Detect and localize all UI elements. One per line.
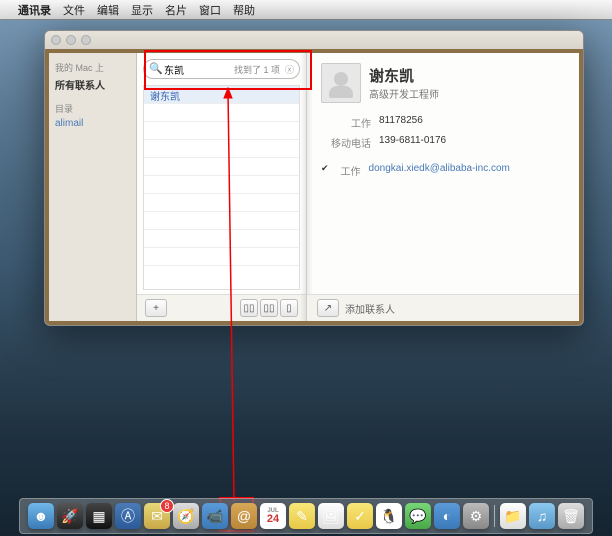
- dock-itunes[interactable]: ♫: [529, 503, 555, 529]
- dock-messages[interactable]: 💬: [405, 503, 431, 529]
- dock-notes[interactable]: ✎: [289, 503, 315, 529]
- dock-reminders[interactable]: ✓: [347, 503, 373, 529]
- dock-finder[interactable]: ☻: [28, 503, 54, 529]
- dock-facetime[interactable]: 📹: [202, 503, 228, 529]
- dock: ☻ 🚀 ▦ Ⓐ ✉ 8 🧭 📹 @ JUL24 ✎ 🖼 ✓ 🐧 💬 ◐ ⚙ 📁 …: [19, 498, 593, 534]
- dock-trash[interactable]: 🗑: [558, 503, 584, 529]
- dock-mail[interactable]: ✉ 8: [144, 503, 170, 529]
- mail-badge: 8: [160, 499, 174, 513]
- dock-other[interactable]: ◐: [434, 503, 460, 529]
- dock-qq[interactable]: 🐧: [376, 503, 402, 529]
- dock-preview[interactable]: 🖼: [318, 503, 344, 529]
- dock-appstore[interactable]: Ⓐ: [115, 503, 141, 529]
- dock-safari[interactable]: 🧭: [173, 503, 199, 529]
- dock-mission-control[interactable]: ▦: [86, 503, 112, 529]
- dock-folder[interactable]: 📁: [500, 503, 526, 529]
- dock-divider: [494, 505, 495, 527]
- dock-launchpad[interactable]: 🚀: [57, 503, 83, 529]
- annotation-arrow: [0, 0, 612, 536]
- dock-contacts[interactable]: @: [231, 503, 257, 529]
- dock-calendar[interactable]: JUL24: [260, 503, 286, 529]
- dock-settings[interactable]: ⚙: [463, 503, 489, 529]
